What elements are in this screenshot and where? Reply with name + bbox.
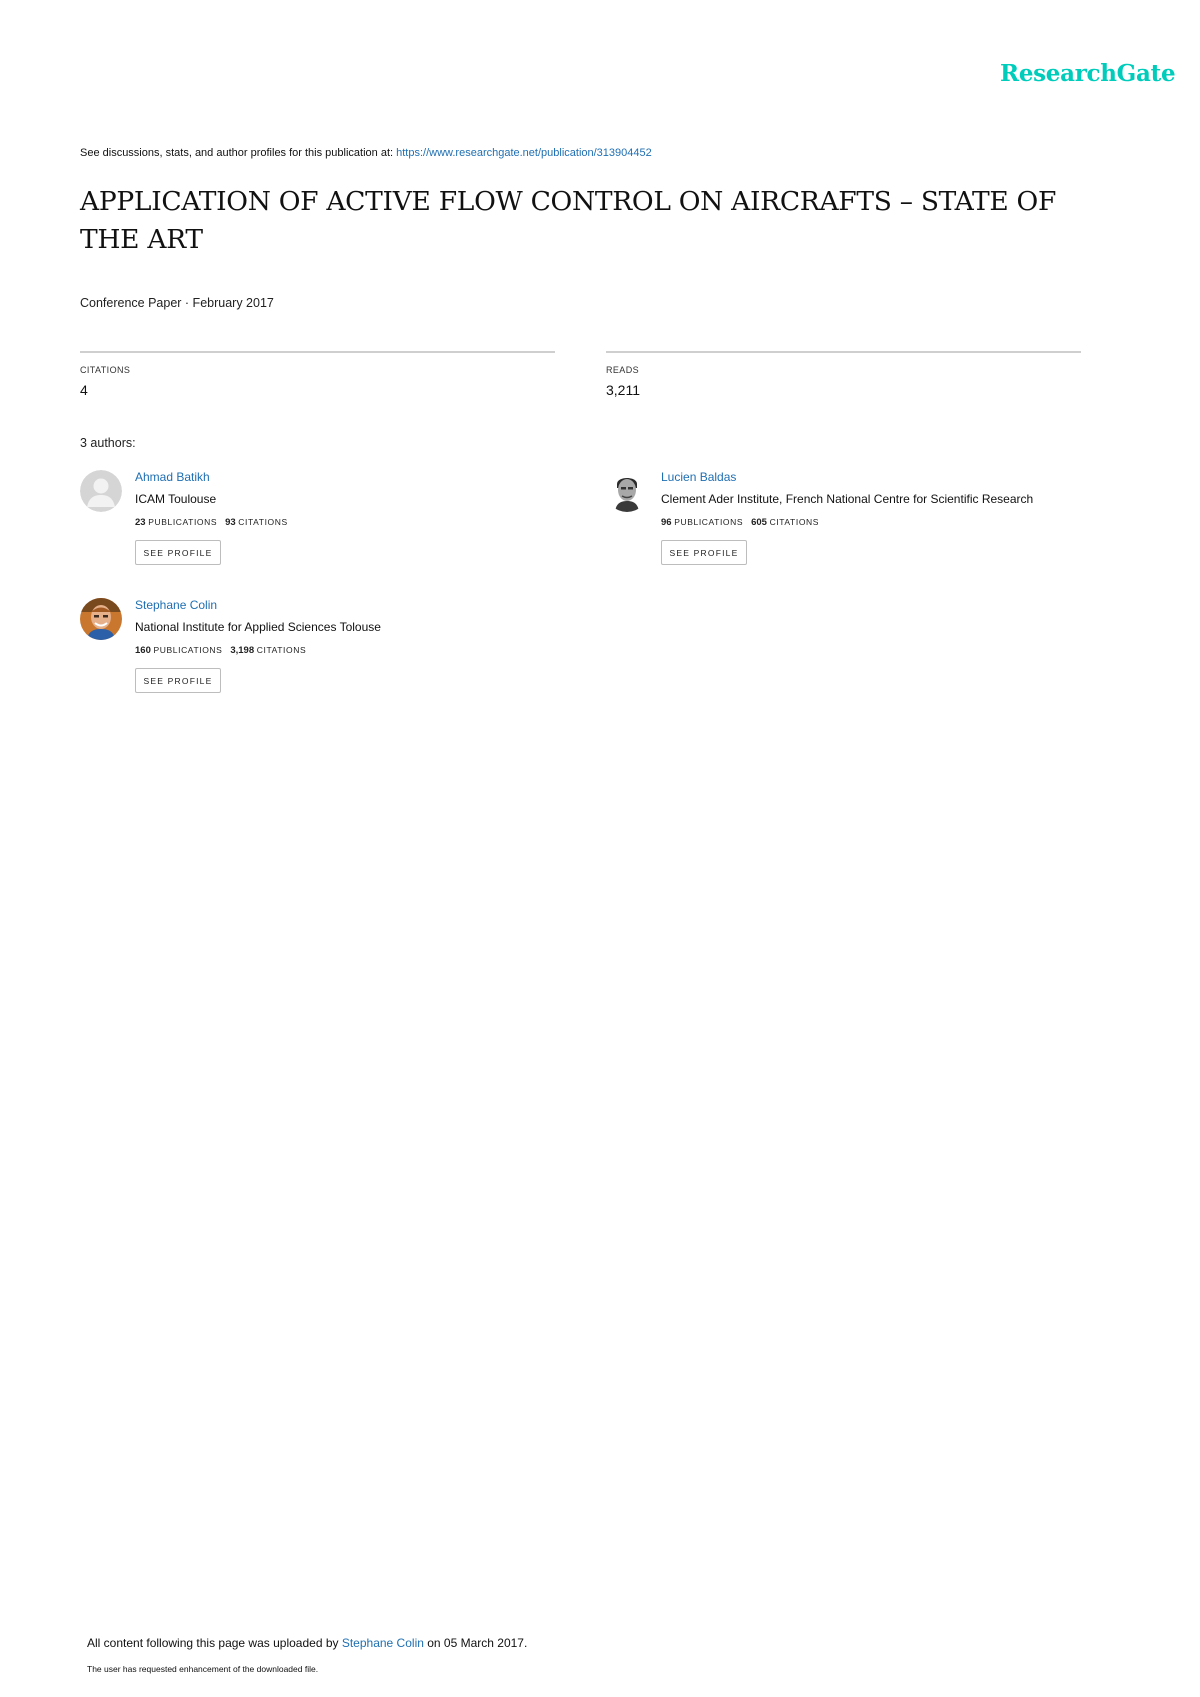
upload-notice: All content following this page was uplo… [87, 1636, 527, 1650]
discussion-line: See discussions, stats, and author profi… [80, 147, 652, 159]
citations-label: CITATIONS [769, 517, 820, 527]
researchgate-logo[interactable]: ResearchGate [1000, 60, 1176, 87]
reads-value: 3,211 [606, 382, 640, 398]
author-stats: 23 PUBLICATIONS 93 CITATIONS [135, 517, 288, 528]
author-institution: National Institute for Applied Sciences … [135, 620, 381, 634]
citations-label: CITATIONS [256, 645, 307, 655]
publications-label: PUBLICATIONS [674, 517, 744, 527]
citations-count: 93 [225, 517, 236, 528]
discussion-prefix: See discussions, stats, and author profi… [80, 147, 397, 159]
publications-label: PUBLICATIONS [153, 645, 223, 655]
author-card: Stephane Colin National Institute for Ap… [80, 598, 580, 708]
see-profile-button[interactable]: SEE PROFILE [135, 540, 221, 565]
citations-label: CITATIONS [80, 365, 131, 375]
publications-count: 23 [135, 517, 146, 528]
author-card: Ahmad Batikh ICAM Toulouse 23 PUBLICATIO… [80, 470, 580, 580]
uploader-link[interactable]: Stephane Colin [342, 1636, 424, 1650]
citations-value: 4 [80, 382, 88, 398]
see-profile-button[interactable]: SEE PROFILE [661, 540, 747, 565]
upload-prefix: All content following this page was uplo… [87, 1636, 342, 1650]
author-name-link[interactable]: Stephane Colin [135, 598, 217, 612]
publication-url-link[interactable]: https://www.researchgate.net/publication… [396, 147, 652, 159]
publication-type-date: Conference Paper · February 2017 [80, 296, 274, 310]
enhancement-note: The user has requested enhancement of th… [87, 1664, 319, 1674]
citations-count: 3,198 [230, 645, 255, 656]
publications-count: 96 [661, 517, 672, 528]
author-name-link[interactable]: Lucien Baldas [661, 470, 736, 484]
citations-label: CITATIONS [238, 517, 288, 527]
author-stats: 160 PUBLICATIONS 3,198 CITATIONS [135, 645, 306, 656]
see-profile-button[interactable]: SEE PROFILE [135, 668, 221, 693]
author-institution: ICAM Toulouse [135, 492, 217, 506]
paper-title: APPLICATION OF ACTIVE FLOW CONTROL ON AI… [80, 186, 1057, 255]
publications-label: PUBLICATIONS [148, 517, 218, 527]
default-avatar-icon[interactable] [80, 470, 122, 512]
author-institution: Clement Ader Institute, French National … [661, 492, 1034, 506]
reads-divider [606, 351, 1081, 353]
authors-count: 3 authors: [80, 436, 136, 450]
author-stats: 96 PUBLICATIONS 605 CITATIONS [661, 517, 819, 528]
citations-count: 605 [751, 517, 767, 528]
reads-label: READS [606, 365, 640, 375]
author-card: Lucien Baldas Clement Ader Institute, Fr… [606, 470, 1106, 580]
publications-count: 160 [135, 645, 151, 656]
author-name-link[interactable]: Ahmad Batikh [135, 470, 210, 484]
author-photo[interactable] [606, 470, 648, 512]
author-photo[interactable] [80, 598, 122, 640]
citations-divider [80, 351, 555, 353]
upload-suffix: on 05 March 2017. [423, 1636, 528, 1650]
